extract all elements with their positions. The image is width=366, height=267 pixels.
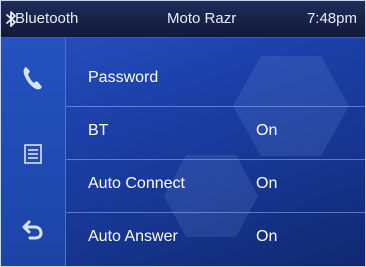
phone-button[interactable]	[1, 42, 65, 114]
list-icon	[24, 144, 42, 164]
setting-label: Auto Answer	[88, 228, 178, 245]
back-icon	[22, 220, 43, 240]
back-button[interactable]	[1, 194, 65, 266]
side-bar	[1, 38, 66, 266]
setting-row-auto-connect[interactable]: Auto Connect On	[66, 160, 365, 213]
connected-device-name: Moto Razr	[167, 10, 237, 27]
setting-label: Auto Connect	[88, 175, 185, 192]
settings-list: Password BT On Auto Connect On Auto Answ…	[66, 38, 365, 266]
bluetooth-settings-screen: Bluetooth Moto Razr 7:48pm Password BT O…	[0, 0, 366, 267]
setting-label: BT	[88, 122, 109, 139]
setting-row-password[interactable]: Password	[66, 54, 365, 107]
setting-row-bt[interactable]: BT On	[66, 107, 365, 160]
status-bar: Bluetooth Moto Razr 7:48pm	[1, 1, 365, 38]
setting-value: On	[256, 228, 278, 245]
list-button[interactable]	[1, 118, 65, 190]
setting-value: On	[256, 122, 278, 139]
setting-row-auto-answer[interactable]: Auto Answer On	[66, 213, 365, 265]
screen-title: Bluetooth	[15, 10, 79, 27]
clock: 7:48pm	[306, 10, 357, 27]
setting-value: On	[256, 175, 278, 192]
setting-label: Password	[88, 69, 159, 86]
phone-icon	[23, 67, 42, 90]
